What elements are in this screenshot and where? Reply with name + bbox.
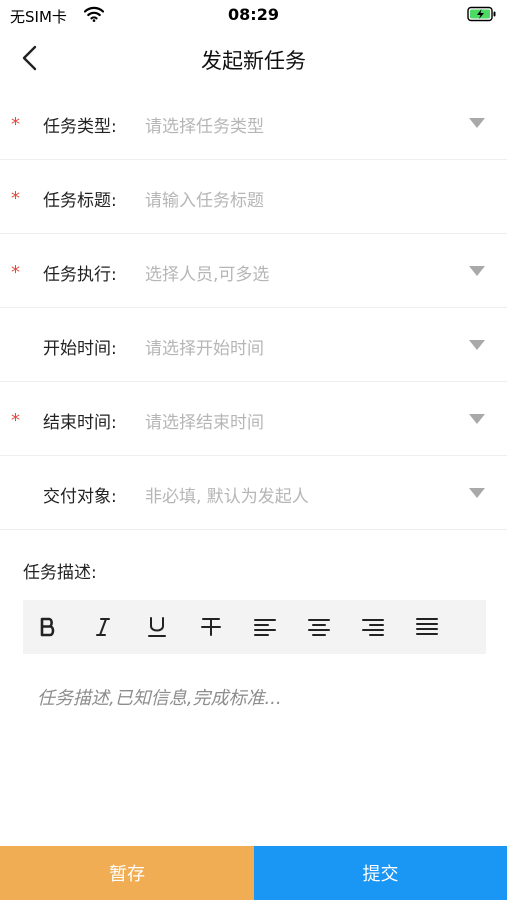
dropdown-caret-icon [469, 488, 485, 498]
task-title-input[interactable]: 请输入任务标题 [145, 186, 264, 211]
dropdown-caret-icon [469, 266, 485, 276]
dropdown-caret-icon [469, 414, 485, 424]
italic-icon[interactable] [85, 609, 121, 645]
task-assignee-field[interactable]: * 任务执行: 选择人员,可多选 [0, 234, 507, 308]
end-time-placeholder: 请选择结束时间 [145, 413, 264, 433]
bold-icon[interactable] [30, 609, 66, 645]
page-title: 发起新任务 [201, 49, 306, 73]
required-mark: * [11, 188, 20, 209]
description-editor[interactable]: 任务描述,已知信息,完成标准... [37, 684, 282, 710]
required-mark: * [11, 114, 20, 135]
battery-charging-icon [467, 6, 497, 22]
align-center-icon[interactable] [301, 609, 337, 645]
required-mark: * [11, 262, 20, 283]
underline-icon[interactable] [139, 609, 175, 645]
task-assignee-label: 任务执行: [43, 265, 117, 285]
submit-button[interactable]: 提交 [254, 846, 507, 900]
dropdown-caret-icon [469, 340, 485, 350]
task-title-field[interactable]: * 任务标题: 请输入任务标题 [0, 160, 507, 234]
nav-bar: 发起新任务 [0, 30, 507, 86]
description-label: 任务描述: [23, 563, 97, 583]
task-form: * 任务类型: 请选择任务类型 * 任务标题: 请输入任务标题 * 任务执行: … [0, 86, 507, 530]
end-time-field[interactable]: * 结束时间: 请选择结束时间 [0, 382, 507, 456]
start-time-placeholder: 请选择开始时间 [145, 339, 264, 359]
start-time-field[interactable]: 开始时间: 请选择开始时间 [0, 308, 507, 382]
save-draft-button[interactable]: 暂存 [0, 846, 254, 900]
editor-toolbar [23, 600, 486, 654]
status-bar: 无SIM卡 08:29 [0, 0, 507, 30]
delivery-target-field[interactable]: 交付对象: 非必填, 默认为发起人 [0, 456, 507, 530]
status-time: 08:29 [228, 5, 279, 24]
dropdown-caret-icon [469, 118, 485, 128]
start-time-label: 开始时间: [43, 339, 117, 359]
task-type-placeholder: 请选择任务类型 [145, 117, 264, 137]
delivery-target-placeholder: 非必填, 默认为发起人 [145, 487, 309, 507]
task-assignee-placeholder: 选择人员,可多选 [145, 265, 270, 285]
task-type-label: 任务类型: [43, 117, 117, 137]
align-left-icon[interactable] [247, 609, 283, 645]
end-time-label: 结束时间: [43, 413, 117, 433]
task-title-label: 任务标题: [43, 191, 117, 211]
align-right-icon[interactable] [355, 609, 391, 645]
task-type-field[interactable]: * 任务类型: 请选择任务类型 [0, 86, 507, 160]
align-justify-icon[interactable] [409, 609, 445, 645]
required-mark: * [11, 410, 20, 431]
delivery-target-label: 交付对象: [43, 487, 117, 507]
strikethrough-icon[interactable] [193, 609, 229, 645]
